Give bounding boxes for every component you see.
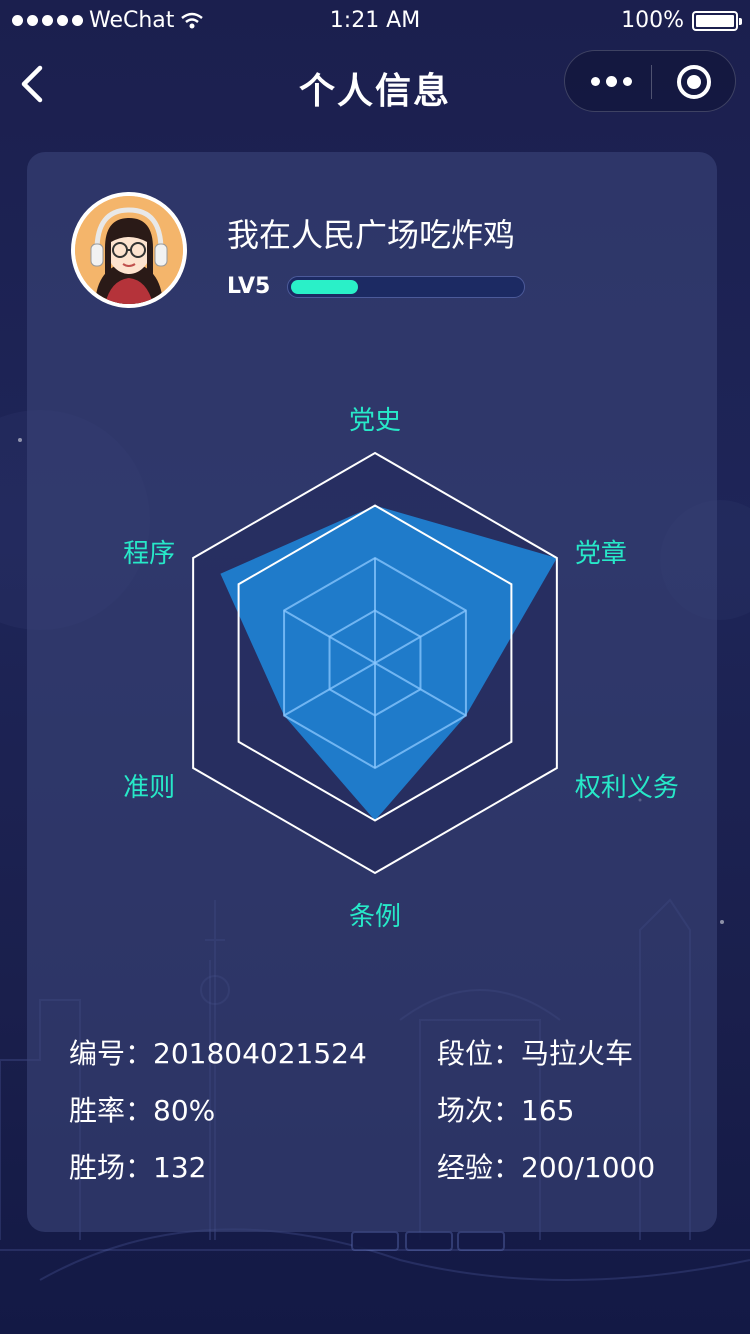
stat-right-row: 段位：马拉火车 — [437, 1032, 633, 1072]
status-bar: WeChat 1:21 AM 100% — [0, 0, 750, 40]
stat-left-row: 胜场：132 — [69, 1146, 206, 1186]
stat-value: 201804021524 — [153, 1037, 367, 1070]
stat-label: 场次： — [437, 1094, 522, 1127]
avatar-girl-headphones-icon — [75, 196, 183, 304]
battery-icon — [692, 10, 742, 31]
more-dots-icon[interactable] — [591, 76, 632, 87]
stat-right-row: 场次：165 — [437, 1089, 574, 1129]
username: 我在人民广场吃炸鸡 — [227, 216, 516, 254]
level-label: LV5 — [227, 274, 271, 299]
level-progress-fill — [291, 280, 358, 294]
level-progress-bar — [287, 276, 525, 298]
stat-value: 200/1000 — [521, 1151, 656, 1184]
mini-program-capsule — [564, 50, 736, 112]
stat-label: 胜率： — [69, 1094, 154, 1127]
stat-left-row: 胜率：80% — [69, 1089, 215, 1129]
stat-label: 经验： — [437, 1151, 522, 1184]
nav-bar: 个人信息 — [0, 44, 750, 124]
stat-label: 胜场： — [69, 1151, 154, 1184]
stat-label: 编号： — [69, 1037, 154, 1070]
radar-axis-label: 党史 — [349, 406, 401, 436]
profile-card: 我在人民广场吃炸鸡 LV5 党史党章权利义务条例 准则 程序 编号：20180402… — [27, 152, 717, 1232]
stat-value: 165 — [521, 1094, 575, 1127]
radar-axis-label: 党章 — [575, 539, 627, 569]
radar-axis-label: 条例 — [349, 902, 401, 932]
stat-value: 马拉火车 — [521, 1037, 634, 1070]
battery-percent: 100% — [621, 8, 684, 33]
stat-value: 80% — [153, 1094, 216, 1127]
stat-left-row: 编号：201804021524 — [69, 1032, 367, 1072]
radar-axis-label: 程序 — [123, 539, 175, 569]
stat-value: 132 — [153, 1151, 207, 1184]
radar-chart: 党史党章权利义务条例 准则 程序 — [123, 406, 679, 932]
radar-axis-label: 权利义务 — [575, 773, 679, 803]
stat-label: 段位： — [437, 1037, 522, 1070]
stat-right-row: 经验：200/1000 — [437, 1146, 655, 1186]
status-right: 100% — [621, 8, 742, 33]
avatar[interactable] — [71, 192, 187, 308]
target-circle-icon[interactable] — [677, 65, 711, 99]
radar-axis-label: 准则 — [123, 773, 175, 803]
capsule-divider — [651, 65, 652, 99]
